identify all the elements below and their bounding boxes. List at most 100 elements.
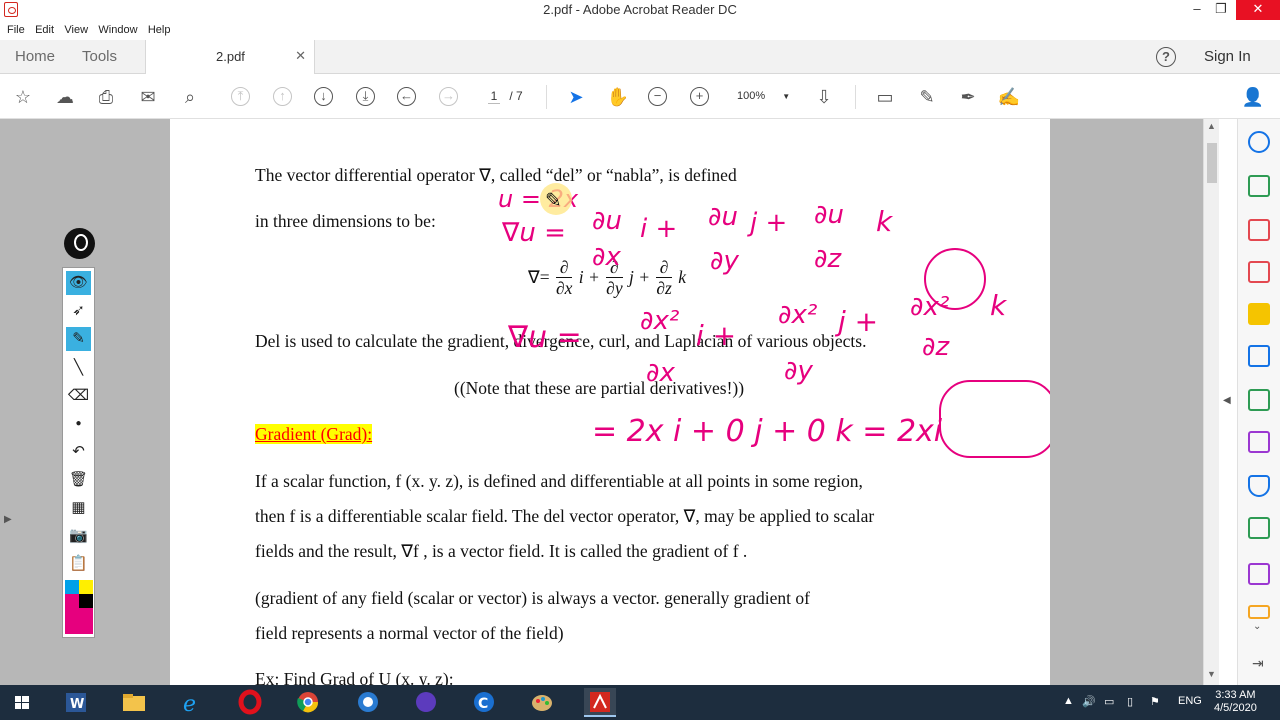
file-explorer-icon[interactable] <box>118 688 150 717</box>
menu-help[interactable]: Help <box>148 20 171 40</box>
pen-icon[interactable]: ✎ <box>66 327 91 351</box>
close-tab-icon[interactable]: ✕ <box>295 48 306 64</box>
network-icon[interactable]: ▭ <box>1104 695 1114 708</box>
help-icon[interactable]: ? <box>1156 47 1176 67</box>
clipboard-icon[interactable]: 📋 <box>66 552 91 576</box>
windows-start-icon[interactable] <box>6 688 38 717</box>
clock[interactable]: 3:33 AM 4/5/2020 <box>1214 689 1257 715</box>
send-track-icon[interactable] <box>1248 517 1270 539</box>
previous-page-icon[interactable]: ↑ <box>273 87 292 106</box>
organize-pages-icon[interactable] <box>1248 261 1270 283</box>
left-panel-toggle[interactable]: ▶ <box>0 119 14 685</box>
next-view-icon[interactable]: → <box>439 87 458 106</box>
undo-icon[interactable]: ↶ <box>66 440 91 464</box>
color-swatch-yellow[interactable] <box>79 580 93 594</box>
line-icon[interactable]: ╲ <box>66 356 91 380</box>
eraser-icon[interactable]: ⌫ <box>66 384 91 408</box>
select-cursor-icon[interactable]: ➤ <box>564 86 588 108</box>
page-indicator[interactable]: 1 / 7 <box>488 89 523 104</box>
whiteboard-icon[interactable]: ▦ <box>66 496 91 520</box>
upload-cloud-icon[interactable]: ☁ <box>53 86 77 108</box>
more-tools-icon[interactable] <box>1248 605 1270 619</box>
chrome-icon[interactable] <box>292 688 324 717</box>
sign-in-link[interactable]: Sign In <box>1204 48 1251 65</box>
acrobat-taskbar-icon[interactable] <box>584 688 616 717</box>
zoom-out-icon[interactable]: − <box>648 87 667 106</box>
compress-pdf-icon[interactable] <box>1248 389 1270 411</box>
tab-document[interactable]: 2.pdf ✕ <box>145 40 315 74</box>
menu-window[interactable]: Window <box>98 20 137 40</box>
tab-home[interactable]: Home <box>15 40 55 74</box>
ink-toolbar-handle-icon[interactable] <box>64 228 95 259</box>
show-hidden-icons[interactable]: ▲ <box>1063 695 1074 707</box>
search-tool-icon[interactable] <box>1248 131 1270 153</box>
first-page-icon[interactable]: ⤒ <box>231 87 250 106</box>
page-current-field[interactable]: 1 <box>488 89 500 104</box>
create-pdf-icon[interactable] <box>1248 219 1270 241</box>
comment-tool-icon[interactable] <box>1248 303 1270 325</box>
hand-tool-icon[interactable]: ✋ <box>606 86 630 108</box>
pdf-page[interactable]: The vector differential operator ∇, call… <box>170 119 1050 685</box>
paint-icon[interactable] <box>526 688 558 717</box>
print-icon[interactable]: ⎙ <box>94 86 118 108</box>
scroll-down-icon[interactable]: ▼ <box>1207 669 1216 679</box>
highlight-pen-icon[interactable]: ✎ <box>915 86 939 108</box>
app-blue-icon[interactable] <box>352 688 384 717</box>
zoom-in-icon[interactable]: + <box>690 87 709 106</box>
maximize-button[interactable]: ❐ <box>1206 0 1236 20</box>
share-user-icon[interactable]: 👤 <box>1241 86 1265 108</box>
scroll-up-icon[interactable]: ▲ <box>1207 121 1216 131</box>
camera-icon[interactable]: 📷 <box>66 524 91 548</box>
word-icon[interactable]: W <box>60 688 92 717</box>
email-icon[interactable]: ✉ <box>136 86 160 108</box>
menu-edit[interactable]: Edit <box>35 20 54 40</box>
trash-icon[interactable]: 🗑 <box>66 468 91 492</box>
color-swatch-magenta[interactable] <box>65 594 79 608</box>
chevron-down-icon[interactable]: ⌄ <box>1253 621 1261 632</box>
fill-sign-icon[interactable]: ✍ <box>997 86 1021 108</box>
dot-size-icon[interactable]: ● <box>66 412 91 436</box>
app-purple-icon[interactable] <box>410 688 442 717</box>
arrow-select-icon[interactable]: ➶ <box>66 299 91 323</box>
ink-annotation-layer: u = 2x ∇u = ∂u ∂x i + ∂u ∂y j + ∂u ∂z k … <box>498 183 1050 458</box>
menu-file[interactable]: File <box>7 20 25 40</box>
volume-icon[interactable]: 🔊 <box>1082 695 1096 708</box>
color-swatch-black[interactable] <box>79 594 93 608</box>
color-swatch-cyan[interactable] <box>65 580 79 594</box>
app-c-icon[interactable]: C <box>468 688 500 717</box>
language-indicator[interactable]: ENG <box>1178 695 1202 707</box>
last-page-icon[interactable]: ⤓ <box>356 87 375 106</box>
sign-tool-icon[interactable] <box>1248 563 1270 585</box>
ink-dx2: ∂x² <box>778 300 817 330</box>
previous-view-icon[interactable]: ← <box>397 87 416 106</box>
expand-left-icon[interactable]: ▶ <box>4 514 12 525</box>
sign-icon[interactable]: ✒ <box>956 86 980 108</box>
fill-sign-tool-icon[interactable] <box>1248 431 1270 453</box>
ink-dy: ∂y <box>710 246 739 276</box>
next-page-icon[interactable]: ↓ <box>314 87 333 106</box>
internet-explorer-icon[interactable]: e <box>176 688 208 717</box>
opera-icon[interactable] <box>234 688 266 717</box>
current-color-swatch[interactable] <box>65 608 93 634</box>
ink-i-plus: i + <box>640 214 677 244</box>
scroll-thumb[interactable] <box>1207 143 1217 183</box>
bookmark-star-icon[interactable]: ☆ <box>11 86 35 108</box>
collapse-pane-icon[interactable]: ⇥ <box>1252 655 1264 672</box>
ink-du: ∂u <box>592 206 622 236</box>
notification-flag-icon[interactable]: ⚑ <box>1150 695 1160 708</box>
combine-files-icon[interactable] <box>1248 345 1270 367</box>
battery-icon[interactable]: ▯ <box>1127 695 1133 708</box>
search-icon[interactable]: ⌕ <box>178 86 202 108</box>
vertical-scrollbar[interactable]: ▲ ▼ <box>1203 119 1219 685</box>
right-pane-toggle[interactable]: ◀ <box>1219 119 1237 685</box>
protect-shield-icon[interactable] <box>1248 475 1270 497</box>
zoom-select[interactable]: 100% ▼ <box>737 90 790 102</box>
menu-view[interactable]: View <box>64 20 88 40</box>
comment-icon[interactable]: ▭ <box>873 86 897 108</box>
fit-page-icon[interactable]: ⇩ <box>812 86 836 108</box>
collapse-right-icon[interactable]: ◀ <box>1223 395 1231 406</box>
eye-icon[interactable]: 👁 <box>66 271 91 295</box>
close-window-button[interactable]: ✕ <box>1236 0 1280 20</box>
export-pdf-icon[interactable] <box>1248 175 1270 197</box>
tab-tools[interactable]: Tools <box>82 40 117 74</box>
